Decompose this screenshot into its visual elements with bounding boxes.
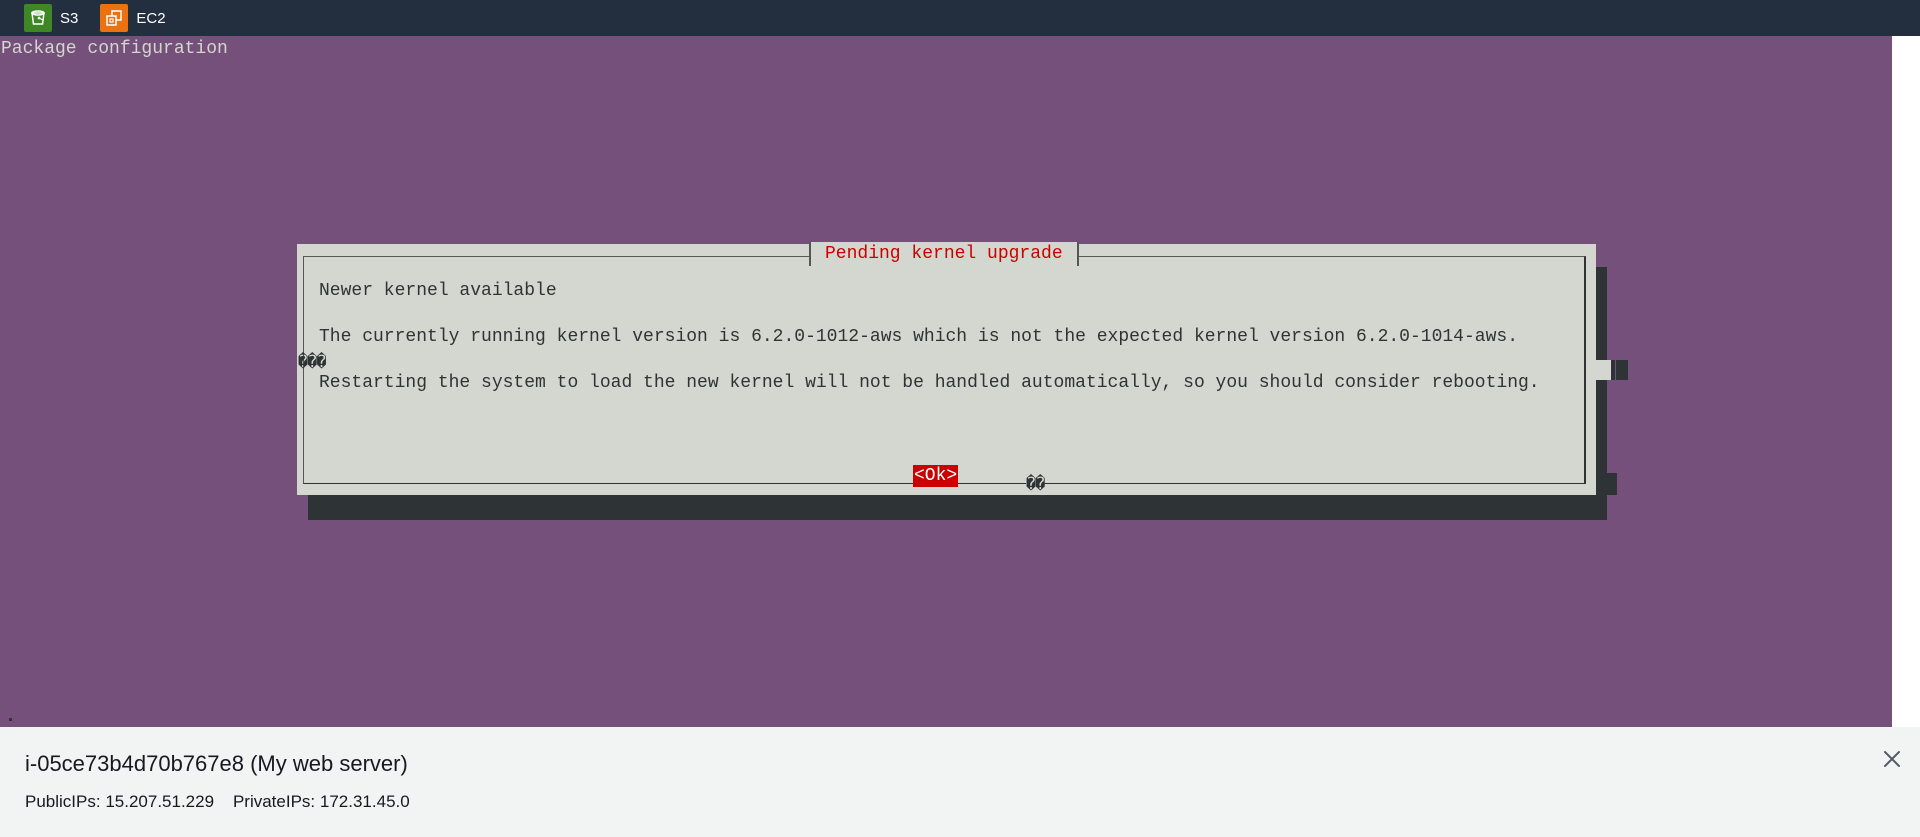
private-ips-label: PrivateIPs: xyxy=(232,792,316,811)
garbled-characters-left: ��� xyxy=(298,354,327,373)
s3-label: S3 xyxy=(60,9,79,27)
package-configuration-header: Package configuration xyxy=(1,39,228,59)
line-overflow-shadow xyxy=(1611,360,1615,380)
dialog-line-reboot-advice: Restarting the system to load the new ke… xyxy=(319,373,1540,393)
public-ips-value: 15.207.51.229 xyxy=(105,792,215,811)
ec2-label: EC2 xyxy=(136,9,166,27)
instance-info-panel: i-05ce73b4d70b767e8 (My web server) Publ… xyxy=(0,718,1920,837)
close-icon xyxy=(1884,751,1900,767)
ec2-service-link[interactable]: EC2 xyxy=(100,4,166,32)
dialog-shadow-bottom xyxy=(308,495,1607,520)
instance-title: i-05ce73b4d70b767e8 (My web server) xyxy=(25,751,408,776)
kernel-upgrade-dialog: Pending kernel upgrade Newer kernel avai… xyxy=(297,242,1596,495)
s3-bucket-icon xyxy=(24,4,52,32)
ok-button[interactable]: <Ok> xyxy=(913,465,959,487)
dialog-line-kernel-version: The currently running kernel version is … xyxy=(319,327,1518,347)
garbled-characters-bottom: �� xyxy=(1026,474,1046,495)
line-overflow-block xyxy=(1596,360,1611,380)
aws-service-bar: S3 EC2 xyxy=(0,0,1920,36)
terminal-scrollbar[interactable] xyxy=(1892,36,1920,727)
dialog-title: Pending kernel upgrade xyxy=(809,242,1079,266)
s3-service-link[interactable]: S3 xyxy=(24,4,78,32)
line-overflow-shadow-2 xyxy=(1616,360,1628,380)
instance-ip-line: PublicIPs: 15.207.51.229 PrivateIPs: 172… xyxy=(25,792,410,812)
terminal-screen[interactable]: Package configuration Pending kernel upg… xyxy=(0,36,1892,727)
close-panel-button[interactable] xyxy=(1880,747,1904,771)
private-ips-value: 172.31.45.0 xyxy=(319,792,410,811)
dialog-heading: Newer kernel available xyxy=(319,281,557,301)
dialog-shadow-right xyxy=(1596,267,1607,520)
resize-handle-dot xyxy=(9,718,12,721)
ec2-instances-icon xyxy=(100,4,129,32)
public-ips-label: PublicIPs: xyxy=(25,792,101,811)
dialog-shadow-corner xyxy=(1607,473,1617,495)
